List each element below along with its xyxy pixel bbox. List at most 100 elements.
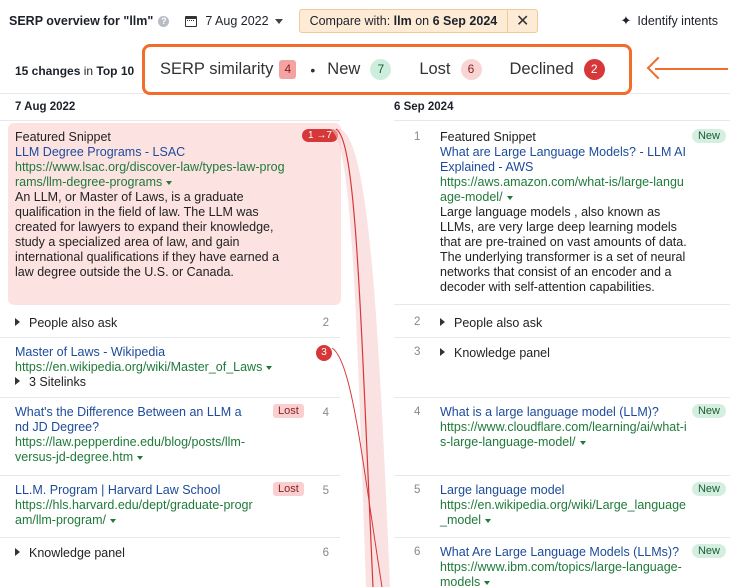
rank-number: 3 [414,346,421,358]
rank-number: 5 [414,484,421,496]
result-type: Featured Snippet [440,130,536,144]
result-url[interactable]: https://www.ibm.com/topics/large-languag… [440,560,690,587]
result-title-link[interactable]: Master of Laws - Wikipedia [15,345,290,360]
new-badge: New [691,404,726,418]
page-title: SERP overview for "llm" [9,14,154,28]
list-item[interactable]: Knowledge panel 6 [0,538,340,572]
chevron-down-icon [166,181,173,185]
metric-separator: • [310,61,316,78]
result-url[interactable]: https://law.pepperdine.edu/blog/posts/ll… [15,435,248,465]
result-url[interactable]: https://www.lsac.org/discover-law/types-… [15,160,285,190]
result-url[interactable]: https://hls.harvard.edu/dept/graduate-pr… [15,498,255,528]
calendar-icon [185,15,198,27]
chevron-down-icon [484,581,491,585]
list-item[interactable]: 3 Knowledge panel [394,338,730,398]
new-badge: New [691,482,726,496]
list-item[interactable]: 2 People also ask [394,308,730,338]
chevron-down-icon [110,519,116,523]
serp-feature-label: People also ask [29,316,118,330]
compare-date: 6 Sep 2024 [432,14,498,28]
rank-number: 5 [322,485,329,497]
list-item: Master of Laws - Wikipedia https://en.wi… [0,338,340,398]
lost-label: Lost [419,60,451,78]
list-item[interactable]: People also ask 2 [0,308,340,338]
chevron-down-icon [266,366,273,370]
result-url[interactable]: https://en.wikipedia.org/wiki/Large_lang… [440,498,690,528]
result-title-link[interactable]: LLM Degree Programs - LSAC [15,145,285,160]
new-count-badge: 7 [370,59,392,80]
list-item: LL.M. Program | Harvard Law School https… [0,476,340,538]
lost-metric[interactable]: Lost 6 [419,59,482,80]
serp-feature: People also ask [440,316,690,331]
top-bar: SERP overview for "llm" ? 7 Aug 2022 Com… [0,0,743,42]
serp-feature-label: People also ask [454,316,543,330]
result-description: An LLM, or Master of Laws, is a graduate… [15,190,280,279]
chevron-down-icon [274,18,283,24]
changes-count: 15 changes [15,64,81,78]
divider [0,120,340,121]
new-metric[interactable]: New 7 [327,59,392,80]
result-url[interactable]: https://en.wikipedia.org/wiki/Master_of_… [15,360,290,375]
declined-label: Declined [509,60,574,78]
expand-icon [440,318,445,326]
new-label: New [327,60,361,78]
lost-badge: Lost [273,482,304,496]
changes-in: in [83,64,94,78]
rank-number: 4 [414,406,421,418]
serp-feature-label: Knowledge panel [454,346,550,360]
right-column-date: 6 Sep 2024 [394,101,454,113]
serp-metrics-highlight: SERP similarity 4 • New 7 Lost 6 Decline… [142,44,632,95]
list-item: 1 Featured Snippet What are Large Langua… [394,123,730,305]
lost-badge: Lost [273,404,304,418]
rank-number: 6 [322,547,329,559]
identify-intents-button[interactable]: ✦ Identify intents [620,13,718,29]
result-content: Master of Laws - Wikipedia https://en.wi… [15,345,290,390]
compare-chip[interactable]: Compare with: llm on 6 Sep 2024 ✕ [298,9,539,33]
declined-count-badge: 2 [583,59,605,80]
list-item: What's the Difference Between an LLM and… [0,398,340,476]
rank-number: 2 [414,316,421,328]
list-item: 5 Large language model https://en.wikipe… [394,476,730,538]
result-title-link[interactable]: Large language model [440,483,690,498]
featured-snippet-content: Featured Snippet What are Large Language… [440,130,690,295]
serp-feature: Knowledge panel [15,546,280,561]
close-compare-button[interactable]: ✕ [507,10,537,32]
result-url[interactable]: https://www.cloudflare.com/learning/ai/w… [440,420,690,450]
declined-metric[interactable]: Declined 2 [510,59,605,80]
list-item: 6 What Are Large Language Models (LLMs)?… [394,538,730,587]
rank-number: 2 [322,317,329,329]
serp-similarity-metric: SERP similarity 4 [160,60,297,79]
featured-snippet-content: Featured Snippet LLM Degree Programs - L… [15,130,285,280]
result-content: What is a large language model (LLM)? ht… [440,405,690,450]
date-picker[interactable]: 7 Aug 2022 [185,14,283,28]
rank-number: 1 [414,131,421,143]
result-title-link[interactable]: What Are Large Language Models (LLMs)? [440,545,690,560]
close-icon: ✕ [516,13,530,30]
changes-summary: 15 changes in Top 10 [15,64,134,78]
changes-scope: Top 10 [96,64,135,78]
compare-prefix: Compare with: [309,14,391,28]
result-title-link[interactable]: LL.M. Program | Harvard Law School [15,483,255,498]
rank-number: 6 [414,546,421,558]
result-title-link[interactable]: What is a large language model (LLM)? [440,405,690,420]
sparkle-icon: ✦ [620,13,632,28]
serp-similarity-badge: 4 [279,60,297,79]
sitelinks-toggle[interactable]: 3 Sitelinks [15,375,290,390]
compare-on: on [415,14,430,28]
result-url[interactable]: https://aws.amazon.com/what-is/large-lan… [440,175,690,205]
expand-icon [440,348,445,356]
help-icon[interactable]: ? [158,15,170,27]
chevron-down-icon [137,456,144,460]
serp-feature: People also ask [15,316,280,331]
chevron-down-icon [579,441,586,445]
position-change-badge: 3 [316,345,332,361]
new-badge: New [691,544,726,558]
result-type: Featured Snippet [15,130,111,144]
result-content: Large language model https://en.wikipedi… [440,483,690,528]
featured-snippet-flow-line [335,128,374,587]
chevron-down-icon [485,519,491,523]
result-title-link[interactable]: What are Large Language Models? - LLM AI… [440,145,690,175]
serp-similarity-label: SERP similarity [160,60,274,78]
result-title-link[interactable]: What's the Difference Between an LLM and… [15,405,248,435]
result-description: Large language models , also known as LL… [440,205,687,294]
